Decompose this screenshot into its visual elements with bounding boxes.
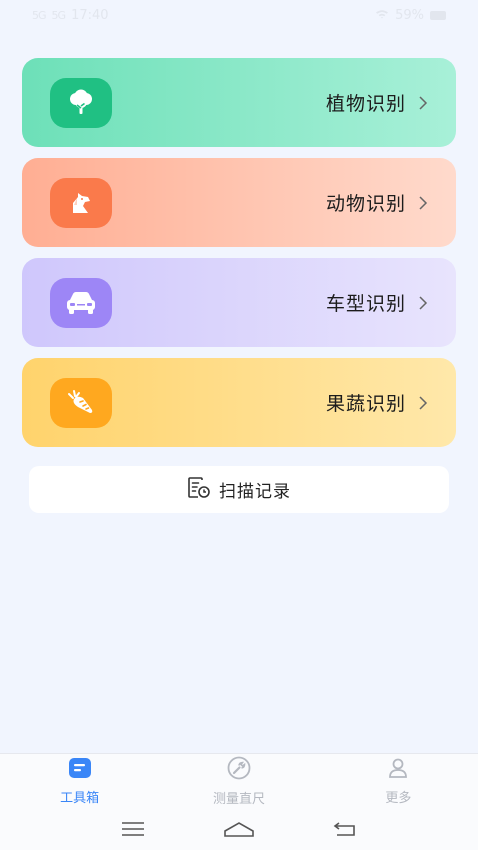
tab-ruler[interactable]: 测量直尺 xyxy=(159,754,318,808)
animal-recognition-card[interactable]: 动物识别 xyxy=(22,158,456,247)
back-nav-button[interactable] xyxy=(325,814,365,844)
dog-icon xyxy=(50,177,112,228)
card-label: 果蔬识别 xyxy=(325,393,406,415)
chevron-right-icon xyxy=(418,395,432,410)
tab-more[interactable]: 更多 xyxy=(319,754,478,808)
plant-recognition-card[interactable]: 植物识别 xyxy=(22,58,456,147)
battery-icon xyxy=(430,10,446,20)
tab-label: 更多 xyxy=(385,790,412,806)
card-label: 动物识别 xyxy=(325,193,406,215)
wrench-circle-icon xyxy=(226,756,252,784)
chevron-right-icon xyxy=(418,95,432,110)
scan-record-label: 扫描记录 xyxy=(219,482,291,502)
tab-label: 测量直尺 xyxy=(212,791,265,807)
menu-nav-button[interactable] xyxy=(113,814,153,844)
signal-indicator: 5G xyxy=(32,8,46,22)
scan-record-button[interactable]: 扫描记录 xyxy=(29,466,449,513)
toolbox-icon xyxy=(68,757,92,783)
tab-toolbox[interactable]: 工具箱 xyxy=(0,754,159,808)
car-icon xyxy=(50,277,112,328)
chevron-right-icon xyxy=(418,295,432,310)
record-clock-icon xyxy=(187,476,211,503)
tree-icon xyxy=(50,77,112,128)
bottom-tab-bar: 工具箱 测量直尺 更多 xyxy=(0,753,478,808)
card-label: 车型识别 xyxy=(325,293,406,315)
status-left: 5G 5G 17:40 xyxy=(32,8,109,23)
signal-indicator-2: 5G xyxy=(51,8,66,22)
fruit-vegetable-recognition-card[interactable]: 果蔬识别 xyxy=(22,358,456,447)
system-nav-bar xyxy=(0,808,478,850)
wifi-icon xyxy=(375,8,389,23)
carrot-icon xyxy=(50,377,112,428)
card-label: 植物识别 xyxy=(325,93,406,115)
status-time: 17:40 xyxy=(71,7,109,23)
car-recognition-card[interactable]: 车型识别 xyxy=(22,258,456,347)
person-icon xyxy=(387,757,409,783)
chevron-right-icon xyxy=(418,195,432,210)
tab-label: 工具箱 xyxy=(60,790,100,806)
home-nav-button[interactable] xyxy=(219,814,259,844)
status-right: 59% xyxy=(375,8,446,23)
battery-percent: 59% xyxy=(395,7,424,23)
status-bar: 5G 5G 17:40 59% xyxy=(0,0,478,30)
